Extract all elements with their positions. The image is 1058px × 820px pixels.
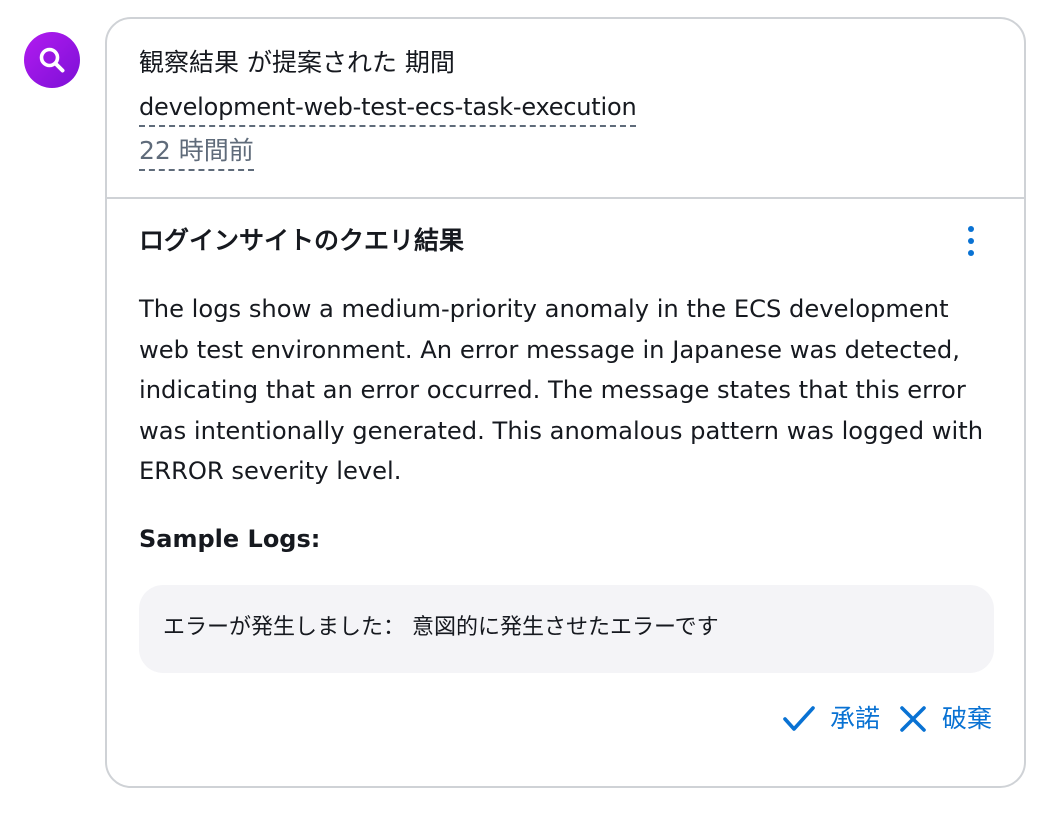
dismiss-button[interactable]: 破棄 [898,699,992,739]
accept-label: 承諾 [829,704,880,733]
close-icon [898,704,928,734]
sample-logs-heading: Sample Logs: [139,525,321,553]
action-bar: 承諾 破棄 [782,699,992,739]
observation-source-label: 観察結果 が提案された 期間 [139,48,455,77]
card-header: 観察結果 が提案された 期間 development-web-test-ecs-… [107,19,1024,199]
observation-card: 観察結果 が提案された 期間 development-web-test-ecs-… [105,17,1026,788]
source-link[interactable]: development-web-test-ecs-task-execution [139,89,637,127]
check-icon [782,704,816,734]
insight-title: ログインサイトのクエリ結果 [139,226,465,255]
sample-log-box: エラーが発生しました： 意図的に発生させたエラーです [139,585,994,673]
insight-description: The logs show a medium-priority anomaly … [139,295,984,485]
accept-button[interactable]: 承諾 [782,699,880,739]
sample-log-text: エラーが発生しました： 意図的に発生させたエラーです [163,615,719,640]
search-icon [24,32,80,88]
kebab-dot [968,250,974,256]
more-vertical-icon[interactable] [953,219,989,263]
observation-panel: 観察結果 が提案された 期間 development-web-test-ecs-… [0,0,1058,820]
kebab-dot [968,238,974,244]
dismiss-label: 破棄 [941,704,992,733]
timestamp[interactable]: 22 時間前 [139,133,254,171]
kebab-dot [968,226,974,232]
